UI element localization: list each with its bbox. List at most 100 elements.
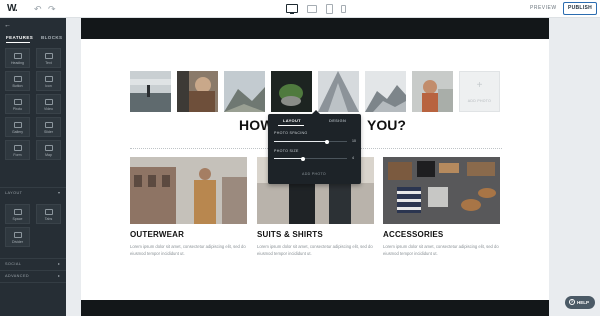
section-heading-right[interactable]: YOU?	[367, 117, 406, 133]
section-layout[interactable]: LAYOUT	[5, 191, 22, 195]
top-toolbar: W. ↶ ↷ PREVIEW PUBLISH	[0, 0, 600, 18]
popover-tab-layout[interactable]: LAYOUT	[283, 118, 301, 123]
tile-label: Form	[13, 153, 22, 157]
tablet-portrait-view-icon[interactable]	[326, 4, 333, 14]
section-divider	[0, 282, 66, 283]
tile-label: Video	[44, 107, 53, 111]
add-photo-label: ADD PHOTO	[467, 99, 492, 103]
tile-space[interactable]: Space	[5, 204, 30, 224]
slider-handle[interactable]	[324, 139, 329, 144]
chevron-right-icon[interactable]: ▸	[58, 273, 60, 278]
tab-features[interactable]: FEATURES	[6, 35, 33, 40]
slider-fill	[274, 141, 327, 142]
gallery-photo[interactable]	[412, 71, 453, 112]
tile-label: Divider	[12, 240, 23, 244]
card-image-accessories[interactable]	[383, 157, 500, 224]
text-icon	[45, 53, 53, 59]
tile-label: Photo	[12, 107, 23, 111]
phone-view-icon[interactable]	[341, 5, 346, 13]
tile-tabs[interactable]: Tabs	[36, 204, 61, 224]
tile-gallery[interactable]: Gallery	[5, 117, 30, 137]
form-icon	[14, 145, 22, 151]
tile-form[interactable]: Form	[5, 140, 30, 160]
tile-map[interactable]: Map	[36, 140, 61, 160]
button-icon	[14, 76, 22, 82]
redo-icon[interactable]: ↷	[48, 4, 56, 15]
gallery-photo[interactable]	[224, 71, 265, 112]
back-arrow-icon[interactable]: ←	[4, 22, 11, 29]
section-social[interactable]: SOCIAL	[5, 262, 21, 266]
space-icon	[14, 209, 22, 215]
gallery-photo[interactable]	[177, 71, 218, 112]
chevron-down-icon[interactable]: ▾	[58, 190, 60, 195]
card-text-suits[interactable]: Lorem ipsum dolor sit amet, consectetur …	[257, 244, 374, 257]
tablet-landscape-view-icon[interactable]	[307, 5, 317, 13]
plus-icon: +	[476, 80, 483, 91]
tile-divider[interactable]: Divider	[5, 227, 30, 247]
tile-label: Text	[45, 61, 52, 65]
photo-size-label: PHOTO SIZE	[274, 149, 299, 153]
preview-button[interactable]: PREVIEW	[530, 5, 557, 11]
section-divider	[0, 187, 66, 188]
header-band[interactable]	[81, 18, 549, 39]
popover-tab-underline	[278, 125, 304, 126]
card-image-outerwear[interactable]	[130, 157, 247, 224]
gallery-icon	[14, 122, 22, 128]
gallery-photo[interactable]	[318, 71, 359, 112]
help-button[interactable]: ? HELP	[565, 296, 595, 309]
brand-logo[interactable]: W.	[7, 3, 18, 14]
slider-fill	[274, 158, 304, 159]
gallery-photo[interactable]	[365, 71, 406, 112]
video-icon	[45, 99, 53, 105]
slider-handle[interactable]	[301, 156, 306, 161]
map-icon	[45, 145, 53, 151]
canvas-gutter	[549, 18, 600, 316]
card-title-suits[interactable]: SUITS & SHIRTS	[257, 230, 323, 239]
photo-icon	[14, 99, 22, 105]
card-text-accessories[interactable]: Lorem ipsum dolor sit amet, consectetur …	[383, 244, 500, 257]
card-title-outerwear[interactable]: OUTERWEAR	[130, 230, 184, 239]
sidebar: ← FEATURES BLOCKS Heading Text Button Ic…	[0, 18, 66, 316]
divider-icon	[14, 232, 22, 238]
tile-slider[interactable]: Slider	[36, 117, 61, 137]
section-advanced[interactable]: ADVANCED	[5, 274, 29, 278]
undo-icon[interactable]: ↶	[34, 4, 42, 15]
tab-underline	[6, 42, 30, 43]
chevron-right-icon[interactable]: ▸	[58, 261, 60, 266]
desktop-view-icon[interactable]	[286, 4, 298, 14]
tile-label: Icon	[45, 84, 52, 88]
help-label: HELP	[577, 300, 590, 305]
gallery-photo[interactable]	[271, 71, 312, 112]
tile-text[interactable]: Text	[36, 48, 61, 68]
photo-spacing-value: 10	[352, 139, 356, 143]
help-icon: ?	[569, 299, 575, 305]
tile-heading[interactable]: Heading	[5, 48, 30, 68]
star-icon	[45, 76, 53, 82]
gallery-settings-popover: LAYOUT DESIGN PHOTO SPACING 10 PHOTO SIZ…	[268, 110, 361, 184]
footer-band[interactable]	[81, 300, 549, 316]
tile-video[interactable]: Video	[36, 94, 61, 114]
photo-spacing-label: PHOTO SPACING	[274, 131, 308, 135]
tile-button[interactable]: Button	[5, 71, 30, 91]
publish-button[interactable]: PUBLISH	[563, 2, 597, 15]
tile-photo[interactable]: Photo	[5, 94, 30, 114]
tab-blocks[interactable]: BLOCKS	[41, 35, 62, 40]
tile-label: Button	[12, 84, 23, 88]
photo-spacing-slider[interactable]	[274, 139, 347, 144]
card-title-accessories[interactable]: ACCESSORIES	[383, 230, 443, 239]
tile-label: Slider	[44, 130, 53, 134]
slider-icon	[45, 122, 53, 128]
photo-size-slider[interactable]	[274, 156, 347, 161]
card-text-outerwear[interactable]: Lorem ipsum dolor sit amet, consectetur …	[130, 244, 247, 257]
add-photo-tile[interactable]: + ADD PHOTO	[459, 71, 500, 112]
tile-label: Map	[45, 153, 52, 157]
popover-add-photo-button[interactable]: ADD PHOTO	[294, 170, 334, 178]
tile-icon[interactable]: Icon	[36, 71, 61, 91]
popover-tab-design[interactable]: DESIGN	[329, 118, 346, 123]
editor-app: W. ↶ ↷ PREVIEW PUBLISH ← FEATURES BLOCKS…	[0, 0, 600, 316]
section-divider	[0, 258, 66, 259]
tile-label: Heading	[10, 61, 25, 65]
gallery-photo[interactable]	[130, 71, 171, 112]
tile-label: Space	[12, 217, 23, 221]
photo-size-value: 4	[352, 156, 354, 160]
